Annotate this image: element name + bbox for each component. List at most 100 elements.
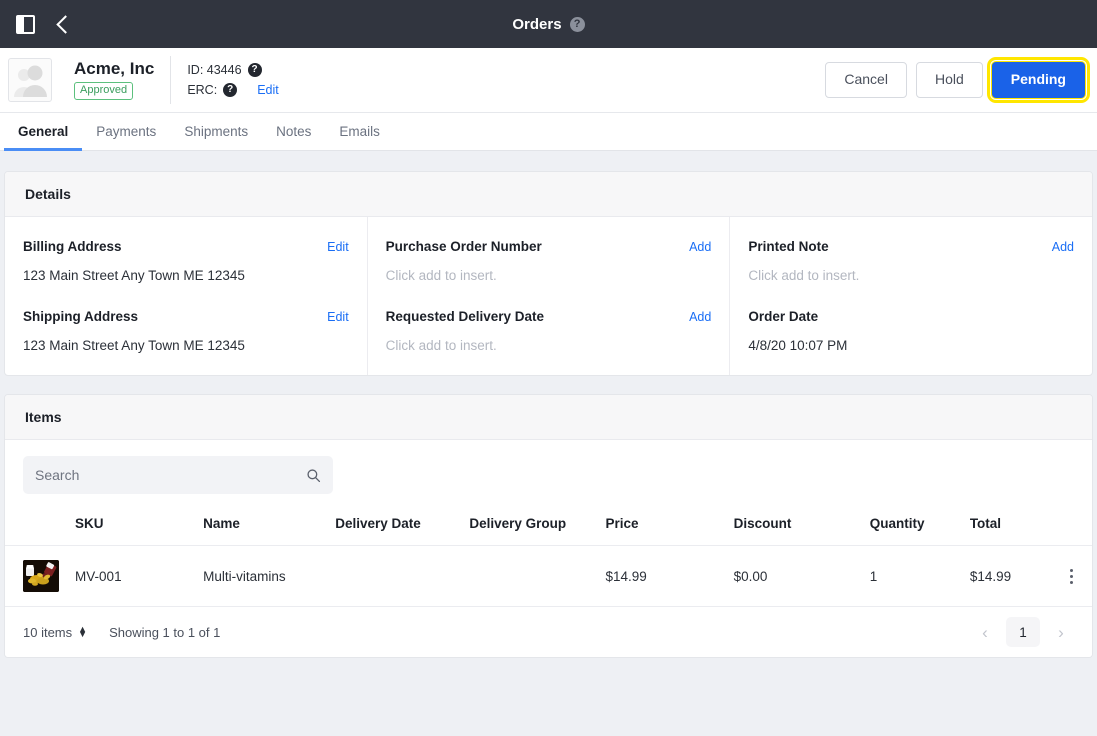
printed-note-add-link[interactable]: Add	[1052, 240, 1074, 254]
field-label: Printed Note	[748, 239, 829, 254]
items-search-box[interactable]	[23, 456, 333, 494]
items-card-title: Items	[5, 395, 1092, 440]
field-label: Requested Delivery Date	[385, 309, 544, 324]
cell-price: $14.99	[597, 545, 726, 607]
column-quantity[interactable]: Quantity	[861, 506, 962, 546]
chevron-left-icon[interactable]: ‹	[972, 619, 998, 645]
search-input[interactable]	[35, 467, 298, 483]
items-footer: 10 items ▲ ▼ Showing 1 to 1 of 1 ‹ 1 ›	[5, 607, 1092, 657]
field-value: 4/8/20 10:07 PM	[748, 338, 848, 353]
table-row[interactable]: MV-001 Multi-vitamins $14.99 $0.00 1 $14…	[5, 545, 1092, 607]
column-price[interactable]: Price	[597, 506, 726, 546]
tab-shipments[interactable]: Shipments	[170, 114, 262, 151]
field-shipping-address-head: Shipping Address Edit	[23, 309, 349, 324]
field-value: 123 Main Street Any Town ME 12345	[23, 268, 245, 283]
chevron-updown-icon: ▲ ▼	[78, 624, 88, 639]
field-value: Click add to insert.	[385, 338, 497, 353]
field-printed-note: Printed Note Add Click add to insert.	[748, 239, 1074, 283]
cell-delivery-group	[461, 545, 598, 607]
billing-address-edit-link[interactable]: Edit	[327, 240, 349, 254]
cancel-button[interactable]: Cancel	[825, 62, 907, 98]
customer-id-row: ID: 43446 ?	[187, 63, 278, 77]
main-content: Details Billing Address Edit 123 Main St…	[0, 151, 1097, 658]
cell-quantity: 1	[861, 545, 962, 607]
customer-erc-label: ERC:	[187, 83, 218, 97]
tab-notes[interactable]: Notes	[262, 114, 325, 151]
details-column-addresses: Billing Address Edit 123 Main Street Any…	[5, 217, 368, 375]
cell-actions	[1051, 545, 1092, 607]
column-thumbnail	[5, 506, 68, 546]
top-bar: Orders ?	[0, 0, 1097, 48]
field-value: Click add to insert.	[748, 268, 860, 283]
purchase-order-number-add-link[interactable]: Add	[689, 240, 711, 254]
multi-vitamins-product-thumbnail	[23, 560, 59, 592]
row-overflow-menu-icon[interactable]	[1060, 567, 1084, 586]
field-label: Purchase Order Number	[385, 239, 542, 254]
customer-id-label: ID: 43446	[187, 63, 242, 77]
column-discount[interactable]: Discount	[725, 506, 862, 546]
field-requested-delivery-date-head: Requested Delivery Date Add	[386, 309, 712, 324]
page-title-text: Orders	[512, 15, 562, 33]
items-showing-label: Showing 1 to 1 of 1	[109, 624, 221, 640]
order-status-button[interactable]: Pending	[986, 57, 1091, 103]
column-actions	[1051, 506, 1092, 546]
erc-help-icon[interactable]: ?	[223, 83, 238, 97]
cell-delivery-date	[327, 545, 462, 607]
top-bar-left-controls	[0, 14, 75, 34]
customer-name-block: Acme, Inc Approved	[56, 56, 172, 104]
customer-erc-row: ERC: ? Edit	[187, 83, 279, 97]
page-number-1[interactable]: 1	[1006, 617, 1040, 647]
cell-thumbnail	[5, 545, 68, 607]
id-help-icon[interactable]: ?	[247, 63, 262, 77]
items-card: Items SKU Name Delivery Date Delivery Gr	[4, 394, 1093, 658]
customer-name: Acme, Inc	[74, 59, 155, 79]
field-label: Billing Address	[23, 239, 122, 254]
field-billing-address-head: Billing Address Edit	[23, 239, 349, 254]
erc-edit-link[interactable]: Edit	[257, 83, 279, 97]
user-placeholder-avatar	[14, 65, 47, 97]
sidebar-toggle-icon[interactable]	[16, 14, 35, 34]
customer-header-bar: Acme, Inc Approved ID: 43446 ? ERC: ? Ed…	[0, 48, 1097, 113]
status-badge: Approved	[74, 81, 134, 100]
tab-payments[interactable]: Payments	[82, 114, 170, 151]
field-label: Shipping Address	[23, 309, 139, 324]
field-value: 123 Main Street Any Town ME 12345	[23, 338, 245, 353]
column-delivery-date[interactable]: Delivery Date	[327, 506, 462, 546]
column-delivery-group[interactable]: Delivery Group	[461, 506, 598, 546]
items-header-row: SKU Name Delivery Date Delivery Group Pr…	[5, 506, 1092, 546]
cell-name: Multi-vitamins	[195, 545, 328, 607]
tab-general[interactable]: General	[4, 114, 83, 151]
field-printed-note-head: Printed Note Add	[748, 239, 1074, 254]
hold-button[interactable]: Hold	[915, 62, 983, 98]
items-per-page-select[interactable]: 10 items ▲ ▼	[23, 625, 87, 640]
column-sku[interactable]: SKU	[67, 506, 196, 546]
requested-delivery-date-add-link[interactable]: Add	[689, 310, 711, 324]
cell-discount: $0.00	[725, 545, 862, 607]
chevron-right-icon[interactable]: ›	[1048, 619, 1074, 645]
details-card: Details Billing Address Edit 123 Main St…	[4, 171, 1093, 376]
header-actions: Cancel Hold Pending	[825, 57, 1091, 103]
field-purchase-order-number: Purchase Order Number Add Click add to i…	[386, 239, 712, 283]
details-column-notes: Printed Note Add Click add to insert. Or…	[730, 217, 1092, 375]
details-card-title: Details	[5, 172, 1092, 217]
help-circle-icon[interactable]: ?	[569, 16, 585, 32]
field-shipping-address: Shipping Address Edit 123 Main Street An…	[23, 309, 349, 353]
field-label: Order Date	[748, 309, 819, 324]
field-requested-delivery-date: Requested Delivery Date Add Click add to…	[386, 309, 712, 353]
pagination: ‹ 1 ›	[972, 617, 1074, 647]
column-name[interactable]: Name	[195, 506, 328, 546]
items-search-wrap	[5, 440, 1092, 506]
avatar	[8, 58, 52, 102]
tab-emails[interactable]: Emails	[325, 114, 394, 151]
field-order-date: Order Date 4/8/20 10:07 PM	[748, 309, 1074, 353]
column-total[interactable]: Total	[961, 506, 1052, 546]
customer-meta: ID: 43446 ? ERC: ? Edit	[171, 63, 279, 97]
items-table: SKU Name Delivery Date Delivery Group Pr…	[5, 506, 1092, 607]
details-column-order-info: Purchase Order Number Add Click add to i…	[368, 217, 731, 375]
items-table-head: SKU Name Delivery Date Delivery Group Pr…	[5, 506, 1092, 546]
details-grid: Billing Address Edit 123 Main Street Any…	[5, 217, 1092, 375]
field-billing-address: Billing Address Edit 123 Main Street Any…	[23, 239, 349, 283]
search-icon[interactable]	[306, 468, 321, 483]
shipping-address-edit-link[interactable]: Edit	[327, 310, 349, 324]
chevron-left-icon[interactable]	[56, 14, 75, 34]
